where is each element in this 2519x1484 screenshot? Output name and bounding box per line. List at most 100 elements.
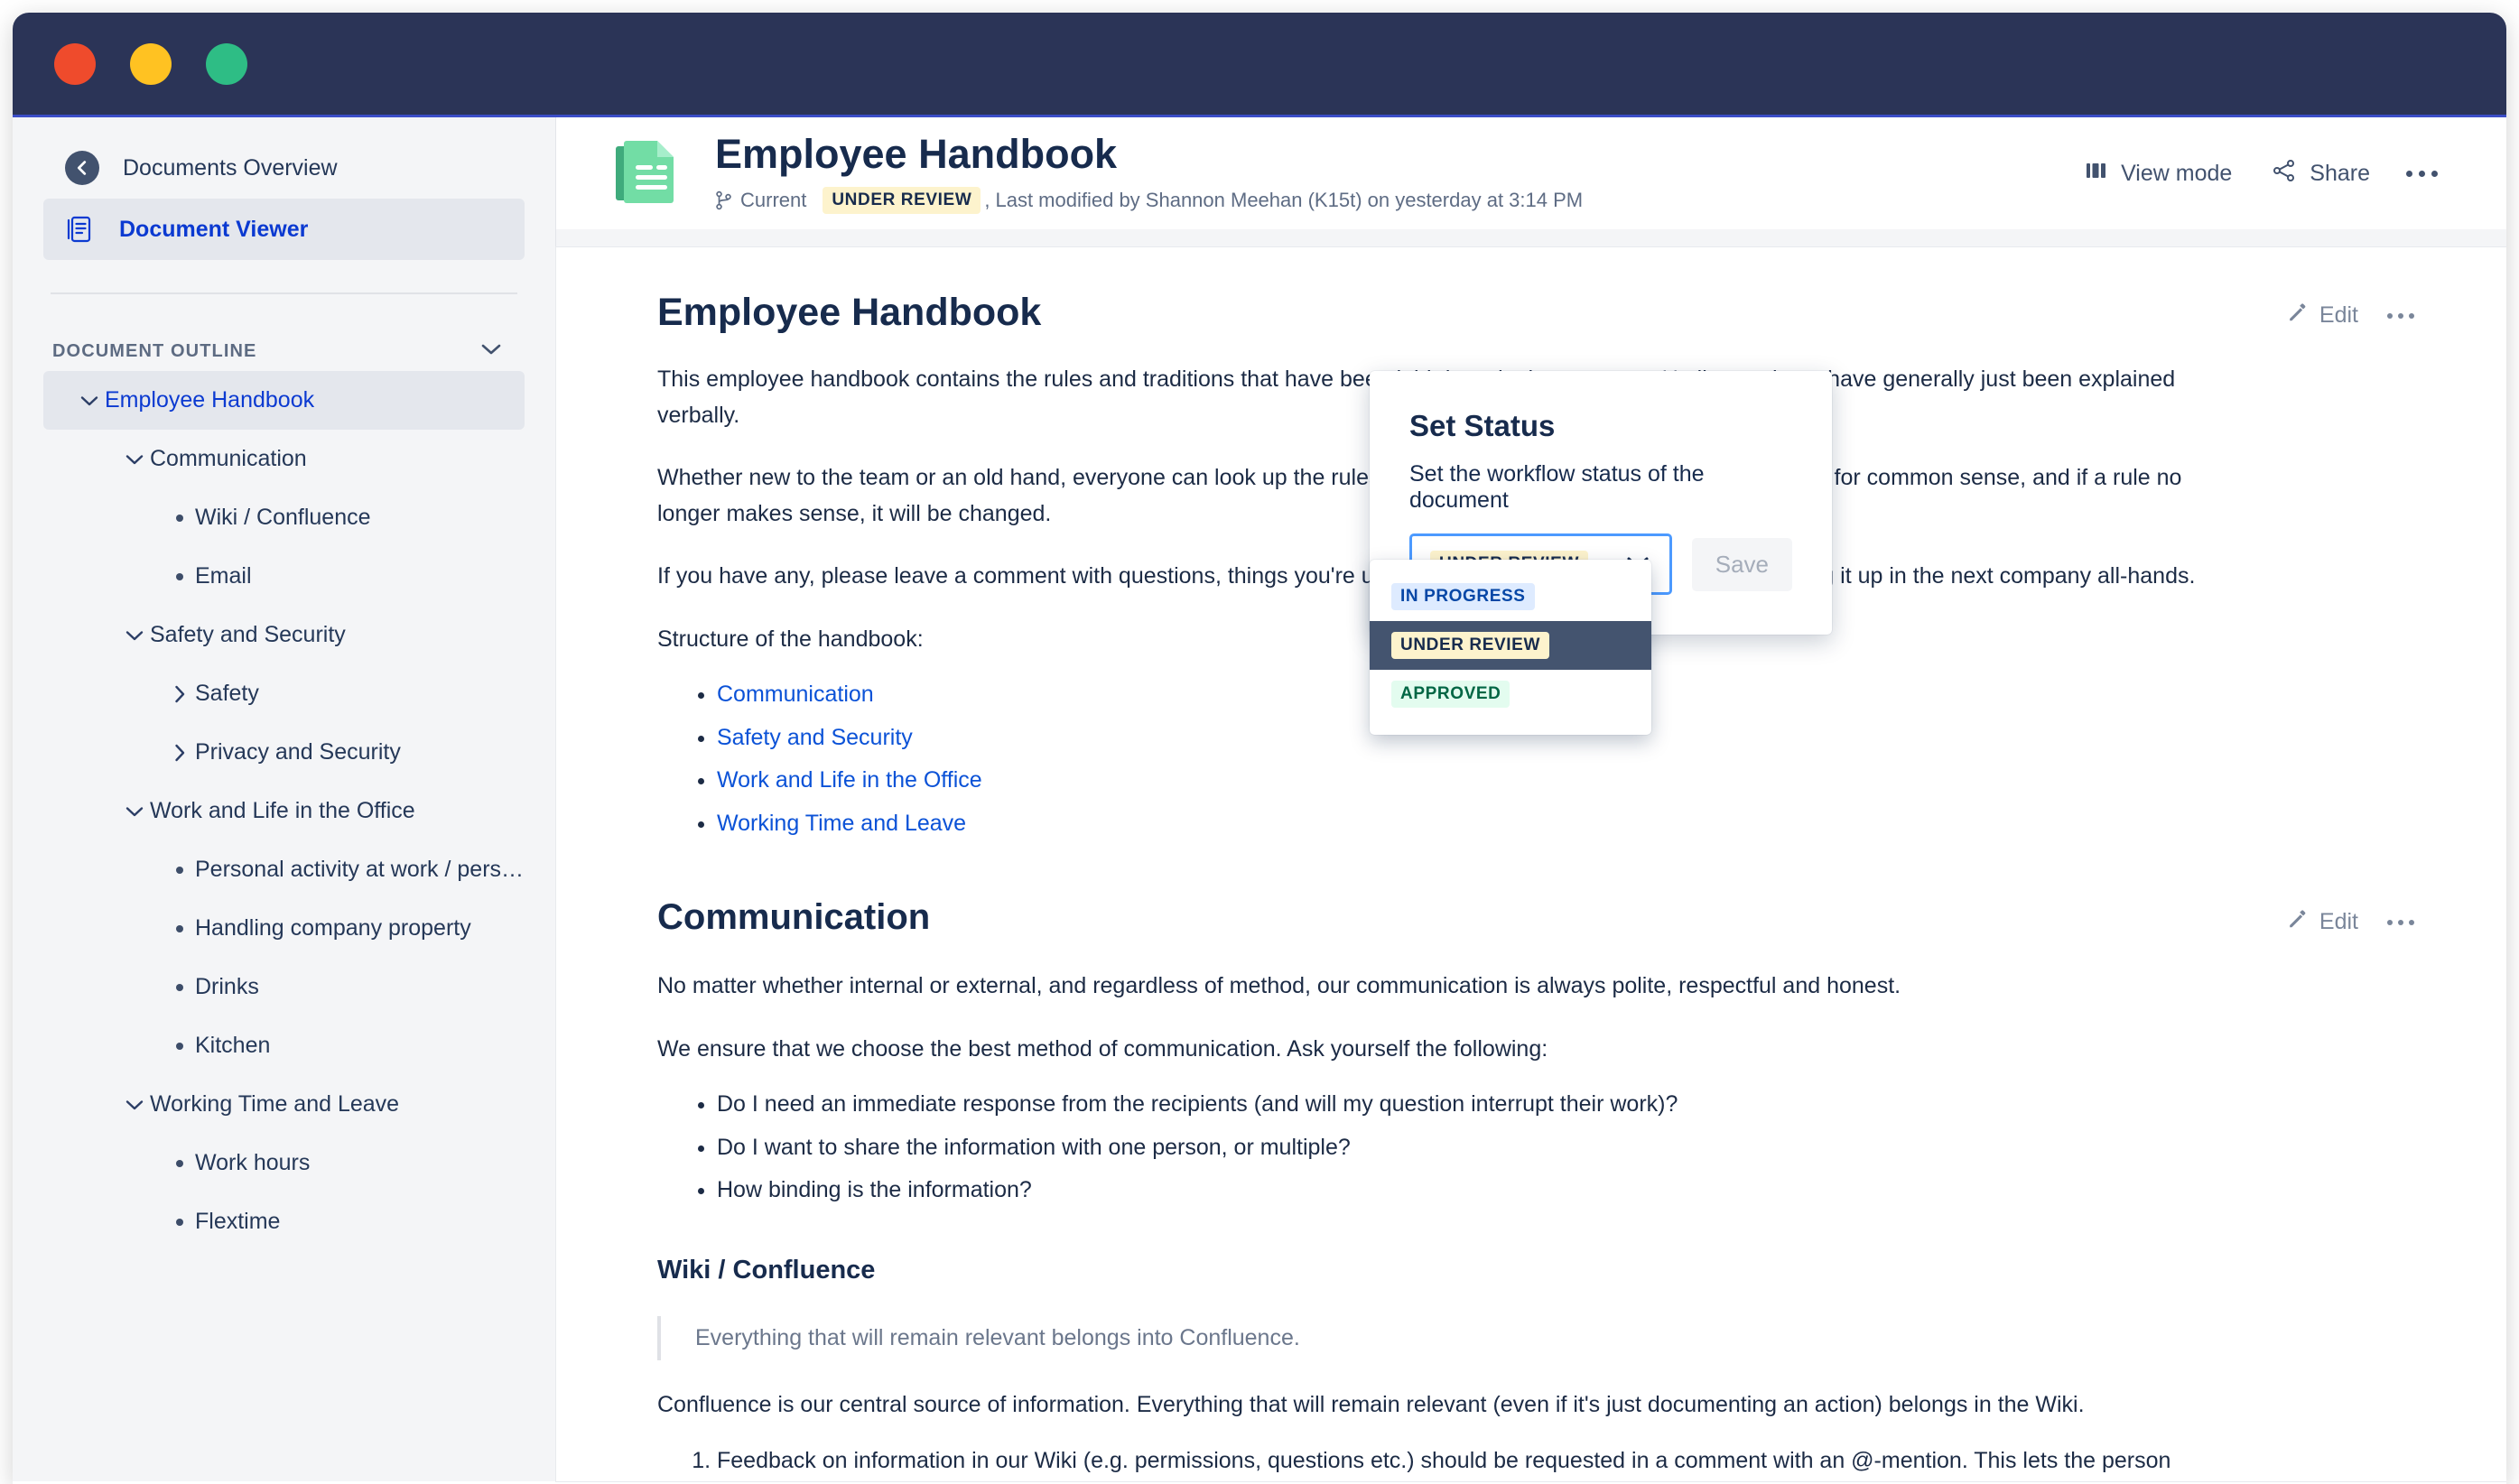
blockquote: Everything that will remain relevant bel… bbox=[657, 1315, 2425, 1360]
caret-down-icon[interactable] bbox=[119, 629, 150, 642]
structure-link[interactable]: Work and Life in the Office bbox=[717, 767, 982, 793]
sidebar-item-document-viewer[interactable]: Document Viewer bbox=[43, 199, 525, 260]
sidebar-divider bbox=[51, 292, 517, 294]
outline-item-label: Flextime bbox=[195, 1209, 281, 1234]
outline-item-personal-activity-at-work-pers[interactable]: Personal activity at work / pers… bbox=[43, 840, 525, 899]
outline-item-handling-company-property[interactable]: Handling company property bbox=[43, 899, 525, 958]
outline-item-communication[interactable]: Communication bbox=[43, 430, 525, 488]
outline-item-safety[interactable]: Safety bbox=[43, 664, 525, 723]
bullet-icon bbox=[164, 866, 195, 874]
outline-item-label: Safety and Security bbox=[150, 622, 346, 647]
section-actions: Edit bbox=[2274, 296, 2425, 335]
sidebar: Documents Overview Document Viewer DOCUM… bbox=[13, 117, 556, 1481]
section-more-button[interactable] bbox=[2376, 911, 2425, 934]
app-body: Documents Overview Document Viewer DOCUM… bbox=[13, 117, 2506, 1481]
document-file-icon bbox=[612, 135, 683, 212]
outline-item-privacy-and-security[interactable]: Privacy and Security bbox=[43, 723, 525, 782]
outline-item-work-and-life-in-the-office[interactable]: Work and Life in the Office bbox=[43, 782, 525, 840]
header-actions: View mode Share bbox=[2065, 150, 2454, 198]
list-item: Working Time and Leave bbox=[717, 806, 2216, 842]
list-item: Do I want to share the information with … bbox=[717, 1130, 2216, 1166]
status-option-approved[interactable]: APPROVED bbox=[1370, 670, 1651, 719]
status-badge[interactable]: UNDER REVIEW bbox=[823, 186, 981, 214]
sidebar-back-documents-overview[interactable]: Documents Overview bbox=[43, 137, 525, 199]
section-more-button[interactable] bbox=[2376, 304, 2425, 328]
dot bbox=[2398, 312, 2403, 319]
section-header-handbook: Employee Handbook Edit bbox=[657, 291, 2425, 335]
caret-down-icon[interactable] bbox=[119, 1099, 150, 1111]
status-option-label: APPROVED bbox=[1391, 681, 1510, 708]
bullet-icon bbox=[164, 572, 195, 580]
dot bbox=[2409, 312, 2414, 319]
dot bbox=[2409, 919, 2414, 925]
caret-down-icon[interactable] bbox=[119, 805, 150, 818]
view-mode-label: View mode bbox=[2121, 160, 2233, 186]
document-outline-header[interactable]: DOCUMENT OUTLINE bbox=[52, 341, 503, 362]
status-dropdown-menu: IN PROGRESS UNDER REVIEW APPROVED bbox=[1370, 560, 1651, 735]
dot bbox=[2419, 170, 2425, 177]
structure-link[interactable]: Working Time and Leave bbox=[717, 811, 966, 836]
outline-item-flextime[interactable]: Flextime bbox=[43, 1192, 525, 1251]
metadata-separator: , bbox=[984, 188, 990, 211]
paragraph: No matter whether internal or external, … bbox=[657, 973, 1901, 998]
outline-item-employee-handbook[interactable]: Employee Handbook bbox=[43, 371, 525, 430]
window-titlebar bbox=[13, 13, 2506, 117]
question-list: Do I need an immediate response from the… bbox=[657, 1087, 2425, 1209]
last-modified-text: Last modified by Shannon Meehan (K15t) o… bbox=[995, 188, 1584, 211]
edit-section-button[interactable]: Edit bbox=[2274, 296, 2371, 335]
caret-down-icon[interactable] bbox=[119, 453, 150, 466]
status-option-label: IN PROGRESS bbox=[1391, 583, 1535, 610]
section-heading: Communication bbox=[657, 897, 931, 937]
outline-item-label: Drinks bbox=[195, 974, 259, 999]
close-window-button[interactable] bbox=[54, 42, 96, 85]
bullet-icon bbox=[164, 924, 195, 932]
popup-title: Set Status bbox=[1409, 409, 1556, 442]
more-options-button[interactable] bbox=[2390, 158, 2454, 190]
status-option-label: UNDER REVIEW bbox=[1391, 632, 1549, 659]
structure-link[interactable]: Safety and Security bbox=[717, 725, 913, 750]
structure-link[interactable]: Communication bbox=[717, 682, 874, 707]
paragraph: Confluence is our central source of info… bbox=[657, 1392, 2085, 1417]
outline-item-label: Personal activity at work / pers… bbox=[195, 857, 525, 882]
outline-item-drinks[interactable]: Drinks bbox=[43, 958, 525, 1016]
status-option-in-progress[interactable]: IN PROGRESS bbox=[1370, 572, 1651, 621]
view-mode-button[interactable]: View mode bbox=[2065, 151, 2252, 197]
outline-item-label: Employee Handbook bbox=[105, 387, 315, 413]
outline-item-label: Wiki / Confluence bbox=[195, 505, 371, 530]
popup-subtitle: Set the workflow status of the document bbox=[1409, 461, 1705, 513]
app-window: Documents Overview Document Viewer DOCUM… bbox=[13, 13, 2506, 1484]
document-outline-title: DOCUMENT OUTLINE bbox=[52, 341, 257, 361]
save-button[interactable]: Save bbox=[1691, 537, 1792, 591]
caret-down-icon[interactable] bbox=[74, 394, 105, 407]
sidebar-back-label: Documents Overview bbox=[123, 154, 338, 181]
share-button[interactable]: Share bbox=[2252, 150, 2390, 198]
bullet-icon bbox=[164, 983, 195, 991]
minimize-window-button[interactable] bbox=[130, 42, 172, 85]
bullet-icon bbox=[164, 1159, 195, 1167]
sidebar-item-label: Document Viewer bbox=[119, 216, 309, 242]
outline-item-label: Email bbox=[195, 563, 252, 589]
dot bbox=[2431, 170, 2438, 177]
list-item: How binding is the information? bbox=[717, 1173, 2216, 1209]
outline-item-safety-and-security[interactable]: Safety and Security bbox=[43, 606, 525, 664]
outline-item-working-time-and-leave[interactable]: Working Time and Leave bbox=[43, 1075, 525, 1134]
outline-item-kitchen[interactable]: Kitchen bbox=[43, 1016, 525, 1075]
bullet-icon bbox=[164, 1218, 195, 1226]
document-header-text: Employee Handbook Current UNDER REVIEW ,… bbox=[715, 133, 2065, 214]
numbered-list: Feedback on information in our Wiki (e.g… bbox=[657, 1443, 2425, 1482]
outline-item-email[interactable]: Email bbox=[43, 547, 525, 606]
edit-section-button[interactable]: Edit bbox=[2274, 903, 2371, 941]
version-label: Current bbox=[740, 188, 807, 211]
outline-item-label: Working Time and Leave bbox=[150, 1091, 400, 1117]
document-outline-tree: Employee Handbook Communication Wiki / Con… bbox=[13, 371, 555, 1251]
chevron-down-icon[interactable] bbox=[479, 342, 503, 361]
caret-right-icon[interactable] bbox=[164, 743, 195, 763]
outline-item-wiki-confluence[interactable]: Wiki / Confluence bbox=[43, 488, 525, 547]
list-item: Do I need an immediate response from the… bbox=[717, 1087, 2216, 1123]
paragraph: We ensure that we choose the best method… bbox=[657, 1035, 1548, 1062]
section-header-communication: Communication Edit bbox=[657, 897, 2425, 941]
caret-right-icon[interactable] bbox=[164, 684, 195, 704]
status-option-under-review[interactable]: UNDER REVIEW bbox=[1370, 621, 1651, 670]
maximize-window-button[interactable] bbox=[206, 42, 247, 85]
outline-item-work-hours[interactable]: Work hours bbox=[43, 1134, 525, 1192]
